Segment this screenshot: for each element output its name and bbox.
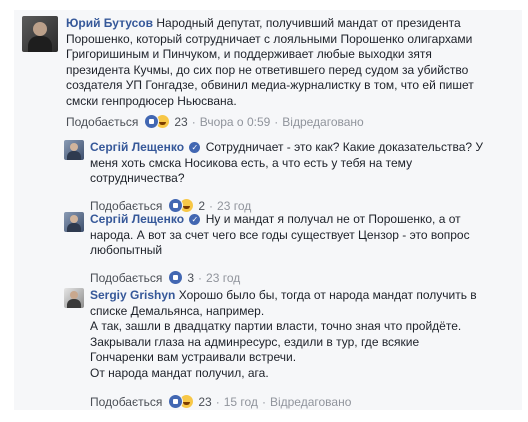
comment-line: А так, зашли в двадцатку партии власти, …: [90, 319, 462, 333]
avatar[interactable]: [64, 140, 84, 160]
comment-author[interactable]: Sergiy Grishyn: [90, 288, 175, 302]
comment-text: Сергій Лещенко ✓ Ну и мандат я получал н…: [90, 212, 520, 259]
comment-line: президента Кучмы, до сих пор не ответивш…: [66, 62, 469, 77]
comment-line: меня хоть смска Носикова есть, а что ест…: [90, 155, 413, 170]
separator: ·: [274, 114, 279, 129]
comment-author[interactable]: Сергій Лещенко: [90, 212, 184, 226]
reply-serhiy-leshchenko-2: Сергій Лещенко ✓ Ну и мандат я получал н…: [60, 208, 522, 285]
comment-line: Порошенко, который сотрудничает с лояльн…: [66, 31, 473, 46]
separator: ·: [215, 394, 220, 409]
comment-text: Sergiy Grishyn Хорошо было бы, тогда от …: [90, 288, 520, 381]
comment-line: От народа мандат получил, ага.: [90, 365, 269, 380]
comment-actions: Подобається 23 · Вчора о 0:59 · Відредаг…: [66, 114, 364, 129]
avatar[interactable]: [22, 16, 58, 52]
comment-text: Юрий Бутусов Народный депутат, получивши…: [66, 16, 518, 109]
comment-line: Народный депутат, получивший мандат от п…: [156, 16, 461, 30]
comment-author[interactable]: Юрий Бутусов: [66, 16, 153, 30]
reactions[interactable]: [144, 114, 171, 129]
like-link[interactable]: Подобається: [90, 395, 162, 409]
reaction-count[interactable]: 23: [198, 395, 211, 409]
comment-line: Григоришиным и Пинчуком, и поддерживает …: [66, 47, 432, 61]
comment-yuriy-butusov: Юрий Бутусов Народный депутат, получивши…: [14, 10, 522, 135]
like-link[interactable]: Подобається: [66, 115, 138, 129]
comment-actions: Подобається 23 · 15 год · Відредаговано: [90, 394, 351, 409]
comment-line: Сотрудничает - это как? Какие доказатель…: [205, 140, 483, 154]
avatar[interactable]: [64, 288, 84, 308]
comment-line: Ну и мандат я получал не от Порошенко, а…: [205, 212, 461, 226]
reaction-count[interactable]: 23: [174, 115, 187, 129]
reactions[interactable]: [168, 394, 195, 409]
comment-author[interactable]: Сергій Лещенко: [90, 140, 184, 154]
reply-serhiy-leshchenko-1: Сергій Лещенко ✓ Сотрудничает - это как?…: [60, 136, 522, 213]
separator: ·: [191, 114, 196, 129]
separator: ·: [261, 394, 266, 409]
verified-badge-icon: ✓: [189, 214, 201, 225]
timestamp[interactable]: Вчора о 0:59: [200, 115, 271, 129]
edited-label[interactable]: Відредаговано: [270, 395, 351, 409]
comment-line: списке Демальянса, например.: [90, 303, 265, 318]
comment-line: Хорошо было бы, тогда от народа мандат п…: [178, 288, 477, 302]
edited-label[interactable]: Відредаговано: [282, 115, 363, 129]
comment-line: народа. А вот за счет чего все годы суще…: [90, 227, 470, 242]
comment-text: Сергій Лещенко ✓ Сотрудничает - это как?…: [90, 140, 520, 187]
comment-line: Закрывали глаза на админресурс, ездили в…: [90, 334, 420, 349]
reactions[interactable]: [168, 198, 195, 213]
comments-panel: Юрий Бутусов Народный депутат, получивши…: [14, 10, 522, 410]
comment-line: Гончаренки вам устраивали встречи.: [90, 350, 297, 364]
reply-sergiy-grishyn: Sergiy Grishyn Хорошо было бы, тогда от …: [60, 282, 522, 410]
comment-line: смски генпродюсер Ньюсвана.: [66, 93, 237, 108]
timestamp[interactable]: 15 год: [224, 395, 258, 409]
verified-badge-icon: ✓: [189, 142, 201, 153]
avatar[interactable]: [64, 212, 84, 232]
comment-line: сотрудничества?: [90, 171, 185, 185]
comment-line: любопытный: [90, 243, 163, 257]
comment-line: создателя УП Гонгадзе, обвинил медиа-жур…: [66, 78, 474, 92]
